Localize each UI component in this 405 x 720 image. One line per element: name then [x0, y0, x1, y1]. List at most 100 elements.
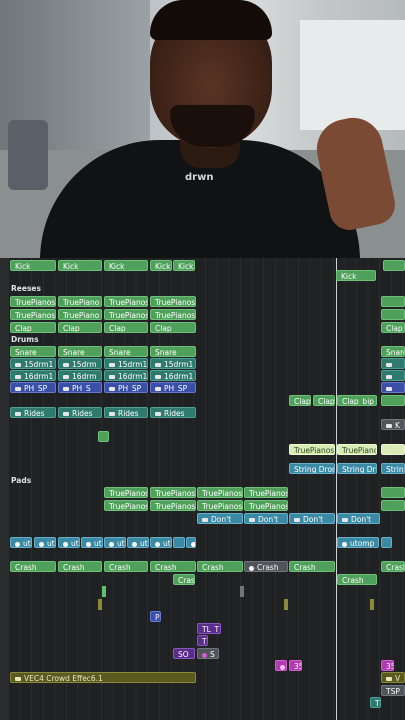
- clip-clap[interactable]: Clap: [58, 322, 102, 333]
- clip-ph-sp[interactable]: PH_SP: [150, 382, 196, 393]
- clip-15drm[interactable]: 15drm: [58, 358, 102, 369]
- clip-truepiano[interactable]: TruePiano: [337, 444, 377, 455]
- clip-truepianos[interactable]: [381, 500, 405, 511]
- clip-truepianos[interactable]: TruePianos: [197, 487, 243, 498]
- clip-truepianos[interactable]: TruePianos: [104, 500, 148, 511]
- clip-crash[interactable]: Crash: [289, 561, 335, 572]
- clip-s[interactable]: S: [197, 648, 219, 659]
- clip-ph-sp[interactable]: [381, 382, 405, 393]
- clip-snare[interactable]: Snare: [381, 346, 405, 357]
- clip-string-dron[interactable]: String Dron: [289, 463, 335, 474]
- clip-clap[interactable]: Clap: [10, 322, 56, 333]
- clip-crash[interactable]: Crash: [10, 561, 56, 572]
- clip-rides[interactable]: Rides: [104, 407, 148, 418]
- clip-snare[interactable]: Snare: [58, 346, 102, 357]
- clip-clap[interactable]: Clap: [381, 322, 405, 333]
- clip-16drm[interactable]: 16drm1: [150, 370, 196, 381]
- clip-kick[interactable]: Kick: [10, 260, 56, 271]
- clip-truepianos[interactable]: TruePianos: [150, 487, 196, 498]
- clip-truepianos[interactable]: TruePianos: [10, 296, 56, 307]
- clip-16drm[interactable]: 16drm: [58, 370, 102, 381]
- clip-truepianos[interactable]: TruePianos: [104, 487, 148, 498]
- clip-clap-bip[interactable]: Clap_bip_: [337, 395, 377, 406]
- clip-ut[interactable]: ut: [81, 537, 103, 548]
- clip-dont[interactable]: Don't: [337, 513, 380, 524]
- clip-truepianos[interactable]: TruePianos: [10, 309, 56, 320]
- clip-truepianos[interactable]: [381, 444, 405, 455]
- clip-marker[interactable]: [284, 599, 288, 610]
- clip-16drm[interactable]: [381, 370, 405, 381]
- clip-utomp-end[interactable]: [381, 537, 392, 548]
- clip-clap[interactable]: Clap: [150, 322, 196, 333]
- clip-string[interactable]: String: [381, 463, 405, 474]
- clip-clap[interactable]: [381, 395, 405, 406]
- clip-rides[interactable]: Rides: [10, 407, 56, 418]
- clip-15drm[interactable]: 15drm1: [104, 358, 148, 369]
- clip-15drm[interactable]: 15drm1: [10, 358, 56, 369]
- clip-ph-sp[interactable]: PH_SP: [104, 382, 148, 393]
- clip-35[interactable]: 35: [289, 660, 302, 671]
- clip-snare[interactable]: Snare: [150, 346, 196, 357]
- clip-15drm[interactable]: 15drm1: [150, 358, 196, 369]
- clip-t[interactable]: T: [197, 635, 208, 646]
- clip-v[interactable]: V: [381, 672, 405, 683]
- clip-t[interactable]: T: [370, 697, 381, 708]
- playhead-line[interactable]: [336, 258, 337, 720]
- clip-clap[interactable]: Clap: [104, 322, 148, 333]
- clip-crash[interactable]: Crash: [197, 561, 243, 572]
- clip-truepianos[interactable]: TruePianos: [104, 296, 148, 307]
- clip-crash[interactable]: Crash: [244, 561, 288, 572]
- clip-rides[interactable]: Rides: [150, 407, 196, 418]
- clip-clap[interactable]: Clap: [289, 395, 311, 406]
- clip-truepianos[interactable]: TruePianos: [197, 500, 243, 511]
- clip-kick[interactable]: Kick: [336, 270, 376, 281]
- clip-ut-small[interactable]: [173, 537, 185, 548]
- clip-ut[interactable]: ut: [10, 537, 32, 548]
- clip-ph-sp[interactable]: PH_S: [58, 382, 102, 393]
- clip-crash[interactable]: Crash: [150, 561, 196, 572]
- clip-ut[interactable]: ut: [34, 537, 56, 548]
- clip-16drm[interactable]: 16drm1: [10, 370, 56, 381]
- clip-truepianos[interactable]: TruePianos: [150, 500, 196, 511]
- clip-marker[interactable]: [98, 599, 102, 610]
- clip-truepianos[interactable]: [381, 487, 405, 498]
- clip-truepiano[interactable]: TruePiano: [58, 309, 102, 320]
- clip-kick[interactable]: Kick: [104, 260, 148, 271]
- clip-dot[interactable]: [275, 660, 287, 671]
- clip-kick[interactable]: Kick: [150, 260, 172, 271]
- clip-clap[interactable]: Clap: [313, 395, 335, 406]
- clip-snare[interactable]: Snare: [104, 346, 148, 357]
- clip-k[interactable]: K: [381, 419, 405, 430]
- clip-marker[interactable]: [240, 586, 244, 597]
- clip-truepianos[interactable]: TruePianos: [244, 500, 288, 511]
- clip-truepianos[interactable]: TruePianos: [289, 444, 335, 455]
- clip-ut[interactable]: ut: [150, 537, 172, 548]
- clip-ut-small[interactable]: [186, 537, 196, 548]
- clip-marker[interactable]: [370, 599, 374, 610]
- clip-dont[interactable]: Don't: [289, 513, 335, 524]
- clip-p[interactable]: P: [150, 611, 161, 622]
- clip-marker[interactable]: [102, 586, 106, 597]
- clip-utomp[interactable]: utomp: [337, 537, 379, 548]
- clip-kick[interactable]: Kick: [173, 260, 195, 271]
- clip-vec4-crowd[interactable]: VEC4 Crowd Effec6.1: [10, 672, 196, 683]
- clip-crash[interactable]: Crash: [104, 561, 148, 572]
- clip-dont[interactable]: Don't: [244, 513, 288, 524]
- clip-truepianos[interactable]: TruePianos: [244, 487, 288, 498]
- clip-string-dr[interactable]: String Dr: [337, 463, 377, 474]
- clip-dont[interactable]: Don't: [197, 513, 243, 524]
- clip-35[interactable]: 35: [381, 660, 394, 671]
- clip-crash[interactable]: Crash: [337, 574, 377, 585]
- clip-crash[interactable]: Crash: [381, 561, 405, 572]
- clip-ut[interactable]: ut: [127, 537, 149, 548]
- clip-ph-sp[interactable]: PH_SP: [10, 382, 56, 393]
- clip-ut[interactable]: ut: [58, 537, 80, 548]
- clip-so[interactable]: SO_: [173, 648, 195, 659]
- clip-truepianos[interactable]: TruePianos: [104, 309, 148, 320]
- clip-truepianos[interactable]: [381, 309, 405, 320]
- clip-truepianos[interactable]: [381, 296, 405, 307]
- daw-arrangement[interactable]: Kick Kick Kick Kick Kick Kick Reeses Tru…: [0, 258, 405, 720]
- clip-ut[interactable]: ut: [104, 537, 126, 548]
- clip-crash[interactable]: Crash: [173, 574, 195, 585]
- clip-kick[interactable]: Kick: [58, 260, 102, 271]
